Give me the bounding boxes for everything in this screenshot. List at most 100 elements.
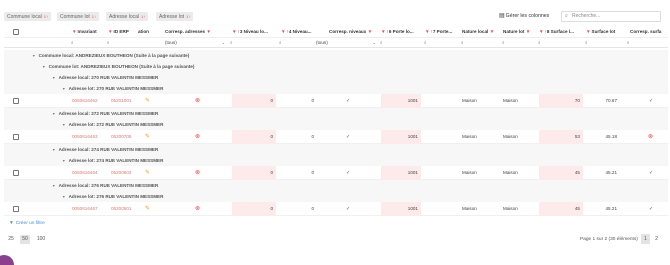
group-row-adresse-local[interactable]: ▼ Adresse local: 276 RUE VALENTIN MESSMER [4,180,668,191]
row-checkbox[interactable] [13,169,19,176]
edit-icon[interactable]: ✎ [145,166,150,180]
invariant-link[interactable]: 0050616467 [72,202,98,216]
edit-icon[interactable]: ✎ [145,202,150,216]
table-row[interactable]: 0050616463 05200705 ✎ ⊗ 0 0 ✓ 1001 Maiso… [4,130,668,144]
group-row-commune-lot[interactable]: ▼ Commune lot: ANDREZIEUX BOUTHEON (Suite… [4,61,668,72]
group-row-adresse-local[interactable]: ▼ Adresse local: 272 RUE VALENTIN MESSMER [4,108,668,119]
row-checkbox-cell[interactable] [13,202,19,216]
page-size-100[interactable]: 100 [35,235,47,244]
filter-nature-lot[interactable]: ⌕ [502,38,536,48]
col-header-corresp-niveaux[interactable]: Corresp. niveaux ▼ [329,26,384,38]
col-header-niveau-local[interactable]: ▼↑3 Niveau lo... [232,26,274,38]
filter-icon: ▼ [425,29,430,34]
col-header-niveau[interactable]: ▼↑4 Niveau... [281,26,319,38]
surface-lot-cell: 45.21 [605,170,618,175]
page-button-1[interactable]: 1 [641,234,650,244]
page-size-25[interactable]: 25 [6,235,16,244]
filter-porte[interactable]: ⌕ [424,38,460,48]
filter-corresp-niveaux[interactable]: (tous) ⌄ [316,38,378,48]
col-header-surface-lot[interactable]: ▼Surface lot [586,26,624,38]
group-row-adresse-lot[interactable]: ▼ Adresse lot: 274 RUE VALENTIN MESSMER [4,155,668,166]
group-row-adresse-lot[interactable]: ▼ Adresse lot: 276 RUE VALENTIN MESSMER [4,191,668,202]
search-input[interactable] [572,13,658,19]
columns-icon: ▤ [499,13,505,19]
niveau-cell: 0 [311,170,314,175]
group-row-commune-local[interactable]: ▼ Commune local: ANDREZIEUX BOUTHEON (Sui… [4,50,668,61]
invariant-link[interactable]: 0050616464 [72,166,98,180]
surface-lot-cell: 45.18 [605,134,618,139]
table-row[interactable]: 0050616467 05200501 ✎ ⊗ 0 0 ✓ 1001 Maiso… [4,202,668,216]
group-row-adresse-local[interactable]: ▼ Adresse local: 274 RUE VALENTIN MESSMER [4,144,668,155]
col-header-porte[interactable]: ▼↑7 Porte... [425,26,461,38]
table-row[interactable]: 0050616464 05200603 ✎ ⊗ 0 0 ✓ 1001 Maiso… [4,166,668,180]
edit-icon[interactable]: ✎ [145,130,150,144]
create-filter-button[interactable]: ▼ Créer un filtre [9,221,45,226]
sort-asc-icon: 1↑ [141,14,146,19]
filter-id-erp[interactable]: ⌕ [107,38,133,48]
group-chip-adresse-lot[interactable]: Adresse lot 1↑ [156,12,194,21]
mismatch-icon: ⊗ [195,98,201,104]
filter-nature-local[interactable]: ⌕ [461,38,501,48]
group-chip-commune-local[interactable]: Commune local 1↑ [4,12,51,21]
filter-surface-lot[interactable]: ⌕ [585,38,623,48]
grid-header: ▼Invariant ▼ID ERP ation Corresp. adress… [4,26,668,38]
filter-porte-local[interactable]: ⌕ [380,38,420,48]
row-checkbox[interactable] [13,205,19,212]
col-header-nature-lot[interactable]: Nature lot ▼ [503,26,537,38]
row-checkbox[interactable] [13,133,19,140]
col-header-corresp-surface[interactable]: Corresp. surfa [630,26,668,38]
filter-icon: ▼ [381,29,386,34]
manage-columns-button[interactable]: ▤Gérer les colonnes [499,12,549,21]
edit-icon[interactable]: ✎ [145,94,150,108]
group-row-adresse-local[interactable]: ▼ Adresse local: 270 RUE VALENTIN MESSMER [4,72,668,83]
id-erp-link[interactable]: 05200501 [111,202,131,216]
id-erp-link[interactable]: 05200705 [111,130,131,144]
row-checkbox[interactable] [13,97,19,104]
row-checkbox-cell[interactable] [13,166,19,180]
niveau-cell: 0 [311,134,314,139]
filter-niveau-local[interactable]: ⌕ [230,38,270,48]
group-row-adresse-lot[interactable]: ▼ Adresse lot: 270 RUE VALENTIN MESSMER [4,83,668,94]
search-icon: ⌕ [502,40,505,45]
page-size-50[interactable]: 50 [20,235,30,244]
pager-info: Page 1 sur 2 (30 éléments) [580,237,638,242]
invariant-link[interactable]: 0050616462 [72,94,98,108]
sort-asc-icon: 1↑ [186,14,191,19]
avatar[interactable] [0,255,14,265]
col-header-surface-local[interactable]: ▼↑8 Surface l... [539,26,583,38]
row-checkbox-cell[interactable] [13,94,19,108]
page-button-2[interactable]: 2 [652,234,661,244]
filter-niveau[interactable]: ⌕ [279,38,317,48]
col-header-porte-local[interactable]: ▼↑6 Porte lo... [381,26,421,38]
filter-corresp-adresses[interactable]: (tous) ⌄ [165,38,227,48]
col-header-id-erp[interactable]: ▼ID ERP [108,26,134,38]
search-box[interactable]: ⌕ [561,11,661,22]
group-row-adresse-lot[interactable]: ▼ Adresse lot: 272 RUE VALENTIN MESSMER [4,119,668,130]
group-chip-commune-lot[interactable]: Commune lot 1↑ [57,12,99,21]
col-header-action[interactable]: ation [138,26,156,38]
id-erp-link[interactable]: 05200603 [111,166,131,180]
filter-invariant[interactable]: ⌕ [71,38,101,48]
filter-surface-local[interactable]: ⌕ [538,38,582,48]
search-icon: ⌕ [107,40,110,45]
search-icon: ⌕ [538,40,541,45]
niveau-local-cell: 0 [232,202,276,216]
select-all-checkbox[interactable] [13,29,19,35]
surface-local-cell: 45 [539,166,583,180]
search-icon: ⌕ [279,40,282,45]
select-all-checkbox-cell[interactable] [13,26,21,38]
col-header-nature-local[interactable]: Nature local ▼ [462,26,502,38]
niveau-cell: 0 [311,206,314,211]
id-erp-link[interactable]: 05201001 [111,94,131,108]
table-row[interactable]: 0050616462 05201001 ✎ ⊗ 0 0 ✓ 1001 Maiso… [4,94,668,108]
col-header-corresp-adresses[interactable]: Corresp. adresses ▼ [165,26,233,38]
porte-local-cell: 1001 [381,130,421,144]
group-chip-adresse-local[interactable]: Adresse local 1↑ [106,12,149,21]
row-checkbox-cell[interactable] [13,130,19,144]
chevron-down-icon: ⌄ [372,40,376,45]
match-icon: ✓ [649,170,654,176]
sort-asc-icon: 1↑ [91,14,96,19]
invariant-link[interactable]: 0050616463 [72,130,98,144]
search-icon: ⌕ [585,40,588,45]
filter-corresp-surface[interactable]: ⌕ [627,38,665,48]
